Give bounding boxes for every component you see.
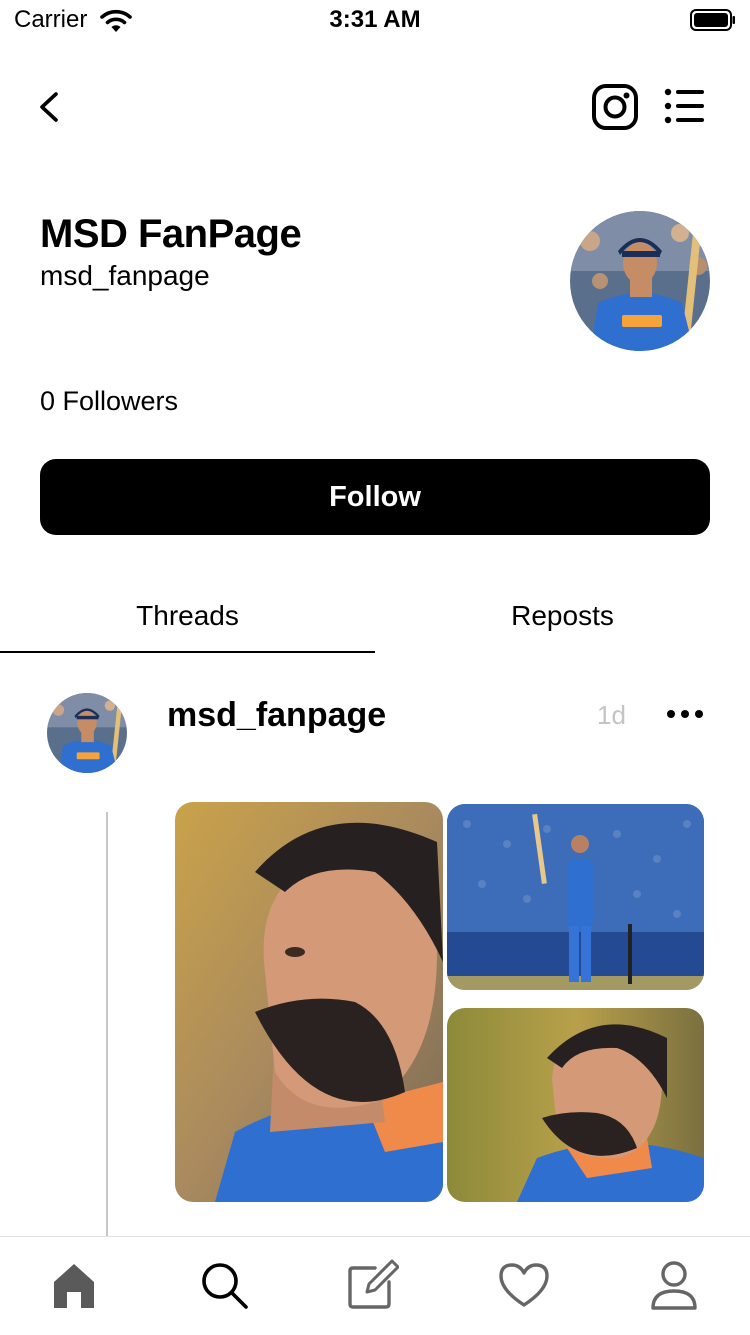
status-time: 3:31 AM (329, 6, 421, 33)
post-photo-2[interactable] (447, 804, 704, 990)
more-horizontal-icon (667, 710, 703, 718)
menu-button[interactable] (660, 84, 708, 128)
chevron-left-icon (40, 92, 58, 122)
profile-name: MSD FanPage (40, 212, 302, 256)
active-tab-indicator (0, 651, 375, 653)
search-icon[interactable] (197, 1258, 251, 1312)
home-icon[interactable] (47, 1258, 101, 1312)
more-button[interactable] (664, 700, 706, 728)
post-time: 1d (597, 700, 626, 730)
instagram-icon (592, 84, 638, 130)
followers-count[interactable]: 0 Followers (40, 386, 178, 417)
back-button[interactable] (30, 85, 70, 129)
tab-reposts[interactable]: Reposts (375, 580, 750, 652)
instagram-button[interactable] (590, 82, 640, 132)
post-photo-1[interactable] (175, 802, 443, 1202)
profile-icon[interactable] (647, 1258, 701, 1312)
profile-avatar[interactable] (570, 211, 710, 351)
post-username[interactable]: msd_fanpage (167, 696, 386, 735)
post-photo-3[interactable] (447, 1008, 704, 1202)
heart-icon[interactable] (497, 1258, 551, 1312)
battery-icon (690, 9, 735, 31)
tab-threads[interactable]: Threads (0, 580, 375, 652)
follow-button[interactable]: Follow (40, 459, 710, 535)
compose-icon[interactable] (345, 1258, 399, 1312)
profile-handle: msd_fanpage (40, 260, 210, 291)
thread-line (106, 812, 108, 1242)
post-avatar[interactable] (47, 693, 127, 773)
list-menu-icon (664, 88, 704, 124)
